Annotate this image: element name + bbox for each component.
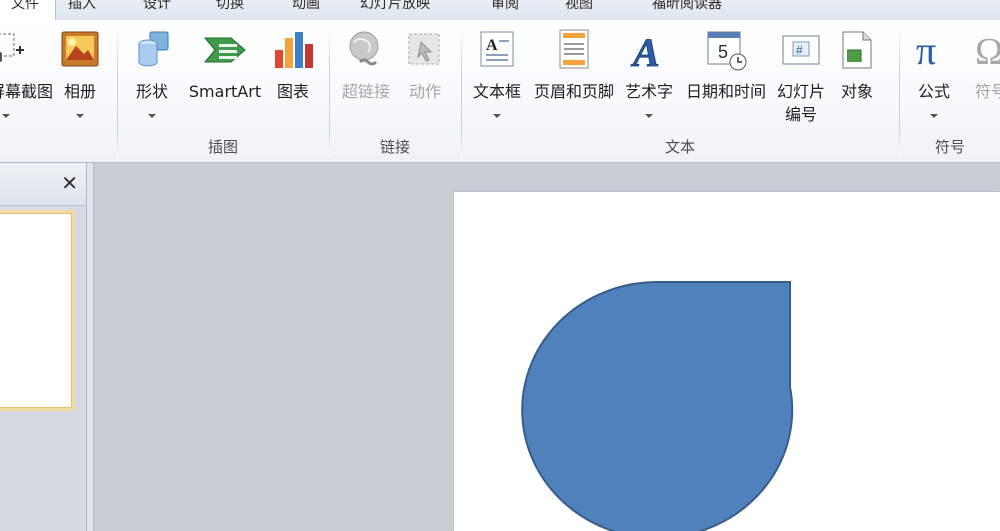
chevron-down-icon: [493, 114, 501, 118]
omega-icon: Ω: [975, 31, 1000, 72]
textbox-icon: A: [480, 31, 514, 67]
group-label-illustrations: 插图: [207, 138, 238, 156]
group-label-symbols: 符号: [934, 138, 965, 156]
slides-pane-header: ✕: [0, 163, 86, 206]
photo-album-icon: [61, 31, 99, 67]
equation-button[interactable]: π 公式: [908, 24, 960, 134]
teardrop-shape[interactable]: [521, 281, 794, 531]
textbox-button[interactable]: A 文本框: [468, 24, 526, 134]
hyperlink-button[interactable]: 超链接: [336, 24, 396, 134]
header-footer-button[interactable]: 页眉和页脚: [528, 24, 620, 134]
symbol-button[interactable]: Ω 符号: [966, 24, 1000, 134]
chevron-down-icon: [148, 114, 156, 118]
tab-foxit[interactable]: 福昕阅读器: [632, 0, 742, 20]
chevron-down-icon: [930, 114, 938, 118]
slide-thumbnail[interactable]: [0, 210, 75, 411]
group-label-links: 链接: [379, 138, 410, 156]
tab-view[interactable]: 视图: [559, 0, 599, 20]
tab-slideshow[interactable]: 幻灯片放映: [345, 0, 445, 20]
smartart-icon: [203, 37, 246, 63]
slide-number-button[interactable]: # 幻灯片 编号: [774, 24, 828, 134]
object-button[interactable]: 对象: [832, 24, 882, 134]
group-images: 屏幕截图 相册: [0, 20, 117, 162]
tab-design[interactable]: 设计: [137, 0, 177, 20]
screenshot-icon: [0, 33, 24, 62]
screenshot-button[interactable]: 屏幕截图: [0, 24, 54, 134]
svg-text:#: #: [796, 43, 803, 57]
tab-animations[interactable]: 动画: [286, 0, 326, 20]
svg-text:Ω: Ω: [975, 31, 1000, 72]
close-icon[interactable]: ✕: [61, 171, 78, 195]
pi-icon: π: [916, 28, 936, 72]
svg-text:A: A: [630, 30, 660, 72]
chevron-down-icon: [76, 114, 84, 118]
slide-number-icon: #: [782, 35, 820, 65]
chart-button[interactable]: 图表: [268, 24, 318, 134]
svg-text:5: 5: [718, 42, 728, 62]
object-icon: [842, 31, 872, 69]
action-icon: [408, 33, 440, 65]
svg-text:π: π: [916, 28, 936, 72]
tab-insert[interactable]: 插入: [60, 0, 104, 20]
tab-file[interactable]: 文件: [0, 0, 56, 21]
ribbon: 屏幕截图 相册 形状: [0, 20, 1000, 163]
shapes-icon: [138, 31, 169, 67]
globe-link-icon: [349, 31, 379, 66]
group-text: A 文本框 页眉和页脚 A 艺术字 5 日期和时间 # 幻灯片 编号 对象 文本: [462, 20, 898, 162]
smartart-button[interactable]: SmartArt: [182, 24, 268, 134]
group-links: 超链接 动作 链接: [330, 20, 460, 162]
slide-drawing: [521, 281, 794, 531]
chevron-down-icon: [2, 114, 10, 118]
wordart-button[interactable]: A 艺术字: [620, 24, 678, 134]
svg-text:A: A: [486, 37, 498, 54]
group-symbols: π 公式 Ω 符号 符号: [900, 20, 1000, 162]
album-button[interactable]: 相册: [54, 24, 106, 134]
group-label-text: 文本: [664, 138, 695, 156]
action-button[interactable]: 动作: [400, 24, 450, 134]
shapes-button[interactable]: 形状: [126, 24, 178, 134]
wordart-icon: A: [630, 30, 660, 72]
calendar-clock-icon: 5: [707, 31, 747, 71]
slide[interactable]: [454, 192, 1000, 531]
tab-transitions[interactable]: 切换: [210, 0, 250, 20]
pane-splitter[interactable]: [87, 163, 94, 531]
chevron-down-icon: [645, 114, 653, 118]
date-time-button[interactable]: 5 日期和时间: [680, 24, 772, 134]
header-footer-icon: [559, 29, 589, 69]
tab-review[interactable]: 审阅: [485, 0, 525, 20]
bar-chart-icon: [275, 32, 313, 68]
ribbon-tab-strip: 文件 插入 设计 切换 动画 幻灯片放映 审阅 视图 福昕阅读器: [0, 0, 1000, 21]
group-illustrations: 形状 SmartArt 图表 插图: [118, 20, 328, 162]
